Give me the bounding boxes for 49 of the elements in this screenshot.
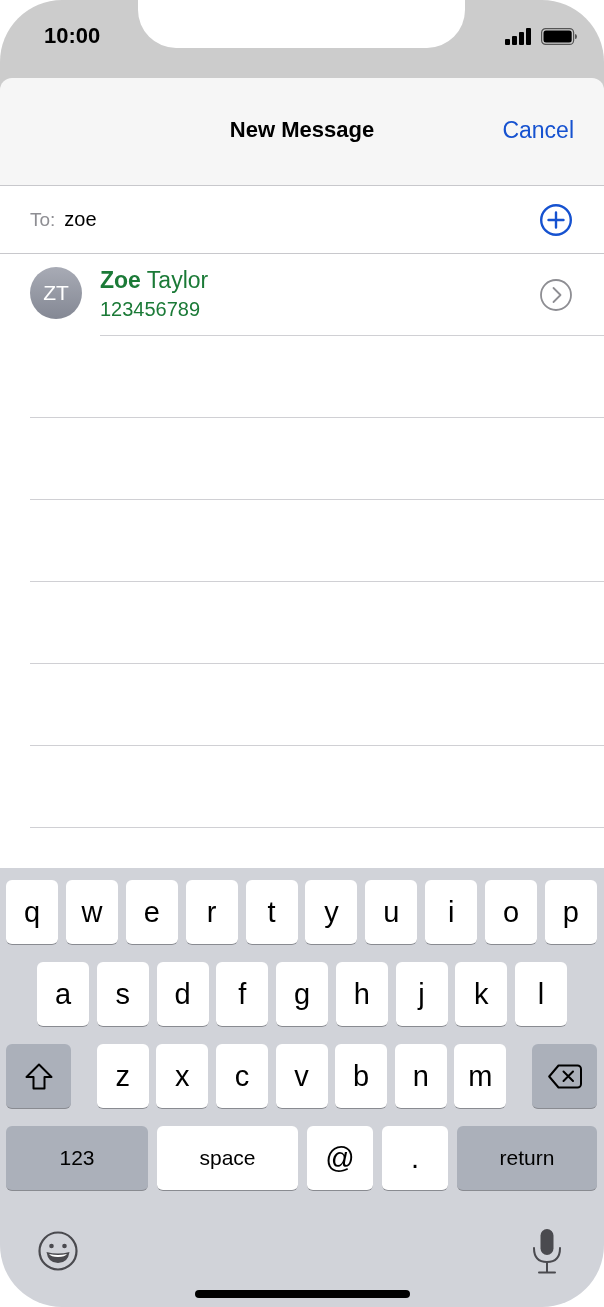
emoji-icon[interactable] <box>38 1231 78 1271</box>
status-time: 10:00 <box>44 22 101 50</box>
letter-key[interactable]: s <box>96 962 149 1027</box>
backspace-icon <box>547 1063 582 1089</box>
letter-key[interactable]: k <box>455 962 508 1027</box>
letter-key[interactable]: t <box>245 880 298 945</box>
return-key[interactable]: return <box>457 1126 597 1191</box>
letter-key[interactable]: n <box>394 1044 447 1109</box>
chevron-circle-icon[interactable] <box>540 278 572 311</box>
contact-avatar: ZT <box>30 267 82 319</box>
letter-key[interactable]: q <box>6 880 58 945</box>
letter-key[interactable]: i <box>425 880 478 945</box>
recipient-field[interactable]: zoe <box>64 206 540 233</box>
letter-key[interactable]: u <box>365 880 418 945</box>
letter-key[interactable]: j <box>395 962 448 1027</box>
delete-key[interactable] <box>532 1044 597 1109</box>
letter-key[interactable]: b <box>335 1044 388 1109</box>
shift-key[interactable] <box>6 1044 71 1109</box>
symbol-key[interactable]: @ <box>307 1126 373 1191</box>
signal-icon <box>505 27 531 45</box>
shift-arrow-icon <box>24 1062 53 1090</box>
letter-key[interactable]: a <box>37 962 89 1027</box>
letter-key[interactable]: v <box>275 1044 328 1109</box>
microphone-icon[interactable] <box>532 1228 562 1274</box>
letter-key[interactable]: z <box>96 1044 149 1109</box>
title: New Message <box>229 116 375 144</box>
letter-key[interactable]: h <box>335 962 388 1027</box>
symbol-key[interactable]: . <box>382 1126 448 1191</box>
letter-key[interactable]: f <box>216 962 269 1027</box>
cancel-button[interactable]: Cancel <box>502 116 574 144</box>
plus-circle-icon[interactable] <box>540 203 572 236</box>
letter-key[interactable]: o <box>485 880 537 945</box>
numbers-key[interactable]: 123 <box>6 1126 148 1191</box>
letter-key[interactable]: g <box>276 962 328 1027</box>
letter-key[interactable]: m <box>454 1044 507 1109</box>
contact-name[interactable]: Zoe Taylor <box>100 265 209 294</box>
letter-key[interactable]: d <box>156 962 209 1027</box>
letter-key[interactable]: l <box>515 962 567 1027</box>
letter-key[interactable]: e <box>125 880 178 945</box>
space-key[interactable]: space <box>157 1126 298 1191</box>
battery-icon <box>541 27 577 45</box>
contact-phone: 123456789 <box>100 296 201 322</box>
letter-key[interactable]: y <box>305 880 358 945</box>
to-label: To: <box>30 207 56 232</box>
letter-key[interactable]: r <box>185 880 238 945</box>
letter-key[interactable]: x <box>156 1044 209 1109</box>
letter-key[interactable]: p <box>544 880 597 945</box>
letter-key[interactable]: c <box>215 1044 268 1109</box>
letter-key[interactable]: w <box>65 880 118 945</box>
